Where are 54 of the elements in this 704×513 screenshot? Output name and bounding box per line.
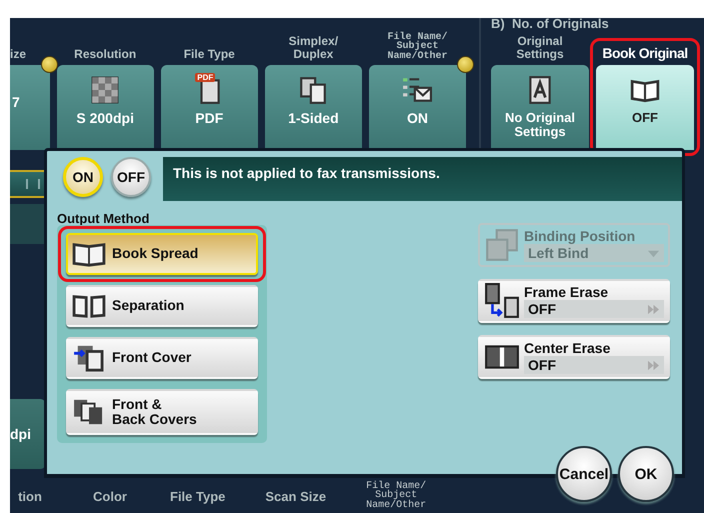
- tab-label: File Name/ Subject Name/Other: [386, 30, 448, 64]
- tab-label[interactable]: Color: [90, 488, 130, 504]
- tile-value: 7: [12, 94, 20, 110]
- tab-label: Book Original: [601, 44, 689, 63]
- option-button[interactable]: Separation: [66, 285, 258, 327]
- setting-tile[interactable]: S 200dpi: [56, 65, 154, 150]
- toggle-button[interactable]: OFF: [111, 157, 151, 197]
- dialog-button[interactable]: Cancel: [556, 446, 612, 502]
- overlap-squares-icon: [484, 227, 520, 263]
- tile-value: PDF: [195, 111, 224, 126]
- tab-label: File Type: [182, 46, 236, 63]
- setting-tile[interactable]: ON: [368, 65, 466, 150]
- setting-tile[interactable]: dpi: [10, 399, 46, 469]
- tab-label: Simplex/ Duplex: [288, 32, 340, 63]
- tile-value: No Original Settings: [504, 111, 576, 140]
- option-button[interactable]: Front Cover: [66, 337, 258, 379]
- scroll-bar[interactable]: [10, 170, 46, 198]
- tab-label[interactable]: File Name/ Subject Name/Other: [366, 482, 426, 510]
- two-pages-icon: [298, 75, 328, 105]
- tile-value: ON: [406, 111, 428, 126]
- checker-icon: [90, 75, 120, 105]
- section-label: Output Method: [57, 211, 150, 225]
- group-title: B) No. of Originals: [491, 18, 610, 30]
- message-bar: This is not applied to fax transmissions.: [163, 157, 682, 201]
- tile-value: 1-Sided: [288, 111, 339, 126]
- tile-value: S 200dpi: [76, 111, 134, 126]
- tab-label: Resolution: [73, 46, 138, 63]
- open-book-icon: [72, 240, 106, 268]
- tab-label: Original Settings: [515, 32, 565, 63]
- tab-label[interactable]: tion: [10, 488, 50, 504]
- toggle-button[interactable]: ON: [63, 157, 103, 197]
- front-cover-icon: [72, 344, 106, 372]
- setting-tile[interactable]: OFF: [596, 65, 694, 150]
- setting-button[interactable]: Center Erase OFF: [478, 335, 670, 379]
- dialog-button[interactable]: OK: [618, 446, 674, 502]
- tab-label[interactable]: Scan Size: [265, 488, 326, 504]
- double-chevron-icon: [647, 360, 660, 370]
- double-chevron-icon: [647, 304, 660, 314]
- side-panel: [10, 204, 46, 244]
- setting-tile[interactable]: 1-Sided: [264, 65, 362, 150]
- tab-label: ize: [10, 46, 28, 63]
- tile-value: OFF: [632, 111, 658, 126]
- option-button[interactable]: Front & Back Covers: [66, 389, 258, 435]
- setting-tile[interactable]: PDF PDF: [160, 65, 258, 150]
- list-envelope-icon: [402, 75, 432, 105]
- dropdown-arrow-icon: [647, 248, 660, 258]
- frame-erase-icon: [484, 283, 520, 319]
- setting-tile[interactable]: 7: [10, 65, 50, 150]
- split-book-icon: [72, 292, 106, 320]
- option-button[interactable]: Book Spread: [66, 233, 258, 275]
- pdf-tag: PDF: [195, 73, 216, 82]
- setting-button[interactable]: Frame Erase OFF: [478, 279, 670, 323]
- tab-label[interactable]: File Type: [170, 488, 226, 504]
- setting-tile[interactable]: No Original Settings: [491, 65, 589, 150]
